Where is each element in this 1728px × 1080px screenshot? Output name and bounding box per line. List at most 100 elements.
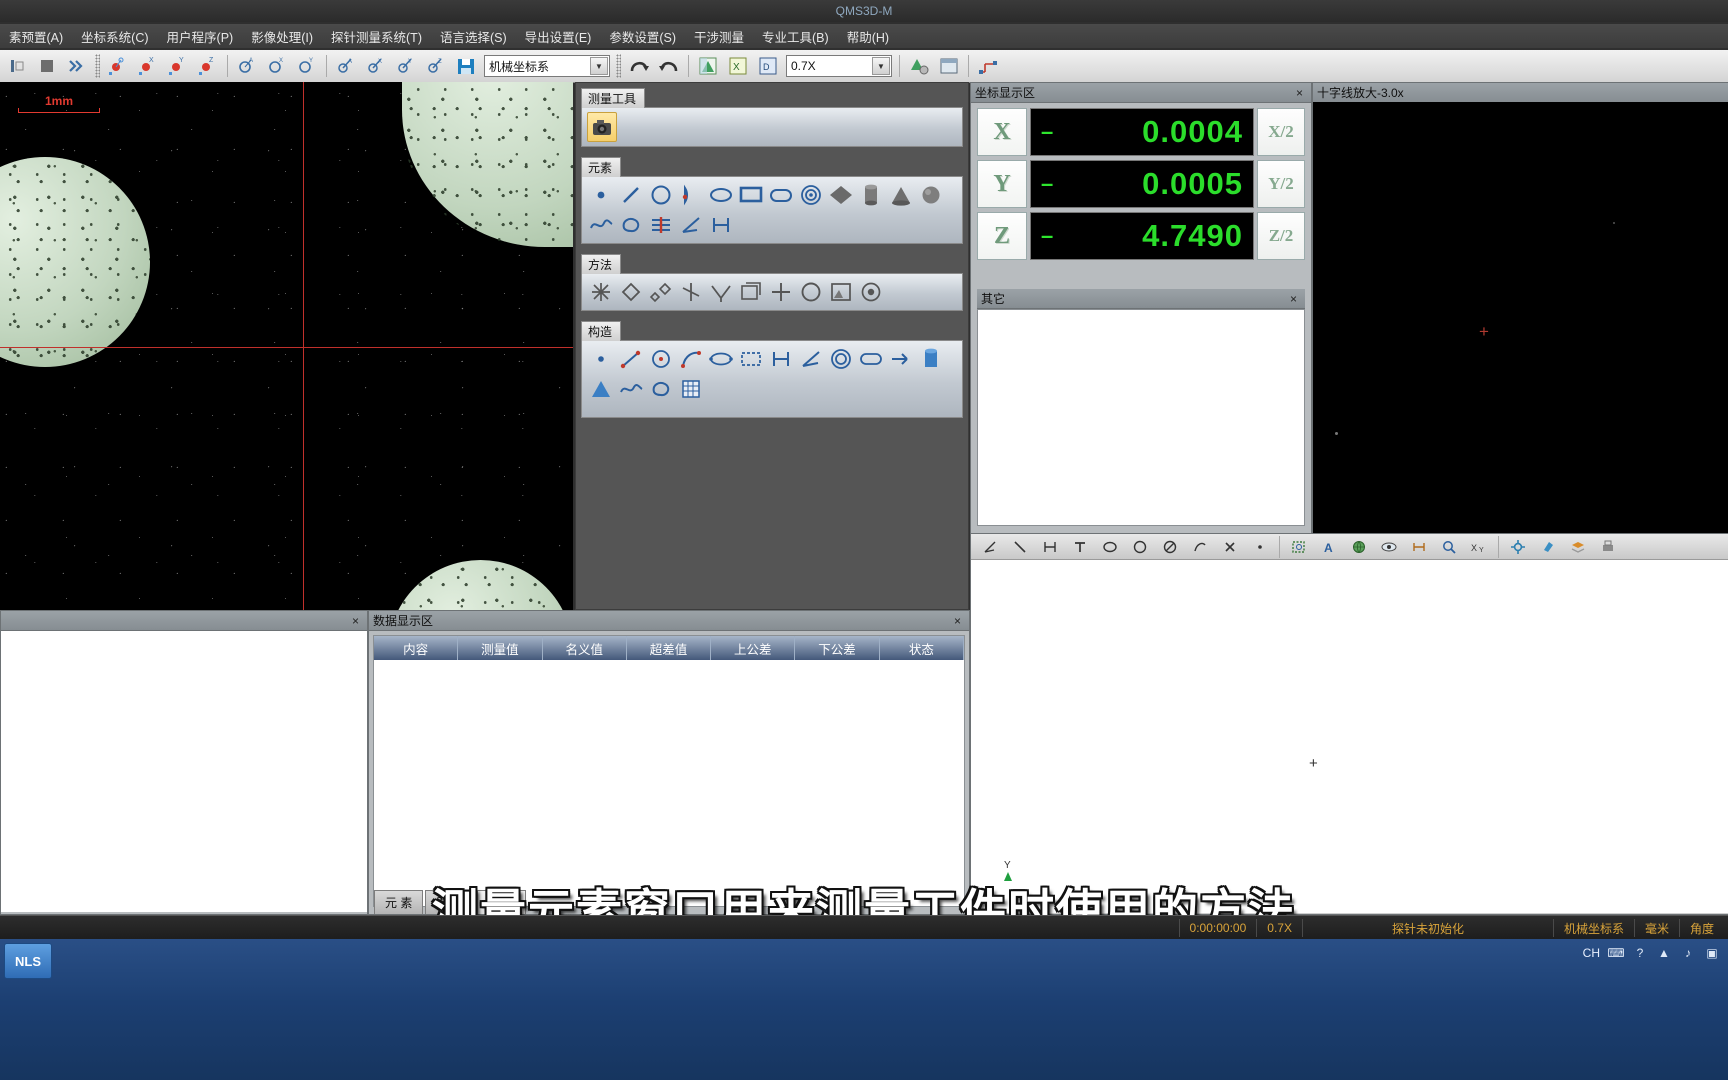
coordinate-system-select[interactable]: 机械坐标系 ▼ [484, 55, 610, 77]
excel-icon[interactable]: X [724, 52, 752, 80]
step-icon[interactable] [647, 211, 675, 239]
projector-icon[interactable] [905, 52, 933, 80]
column-deviation[interactable]: 超差值 [626, 636, 712, 660]
construct-annulus-icon[interactable] [827, 345, 855, 373]
chart-icon[interactable] [974, 52, 1002, 80]
origin-y-icon[interactable]: Y [164, 52, 192, 80]
axis-y-icon[interactable]: Y [392, 52, 420, 80]
text-icon[interactable] [1066, 533, 1094, 561]
construct-freeform-icon[interactable] [647, 375, 675, 403]
line-icon[interactable] [1006, 533, 1034, 561]
multipoint-icon[interactable] [587, 278, 615, 306]
construct-table-icon[interactable] [677, 375, 705, 403]
slot-icon[interactable] [767, 181, 795, 209]
rectangle-icon[interactable] [737, 181, 765, 209]
sweep-icon[interactable] [707, 278, 735, 306]
column-content[interactable]: 内容 [374, 636, 459, 660]
axis-z-button[interactable]: Z [977, 212, 1027, 260]
rotate-y-icon[interactable]: Y [293, 52, 321, 80]
circle-icon[interactable] [1126, 533, 1154, 561]
construct-point-icon[interactable] [587, 345, 615, 373]
hdistance-icon[interactable] [1036, 533, 1064, 561]
plane-icon[interactable] [827, 181, 855, 209]
annulus-icon[interactable] [797, 181, 825, 209]
column-upper-tolerance[interactable]: 上公差 [711, 636, 796, 660]
close-icon[interactable]: × [1292, 86, 1307, 100]
menu-export-settings[interactable]: 导出设置(E) [516, 24, 601, 49]
zoom-window-icon[interactable] [1285, 533, 1313, 561]
construct-cylinder-icon[interactable] [917, 345, 945, 373]
view-icon[interactable] [1375, 533, 1403, 561]
construct-cone-icon[interactable] [587, 375, 615, 403]
column-nominal-value[interactable]: 名义值 [542, 636, 627, 660]
chevron-down-icon-2[interactable]: ▼ [872, 57, 890, 75]
doctab-element[interactable]: 元 素 [374, 890, 424, 914]
construct-ellipse-icon[interactable] [707, 345, 735, 373]
save-icon[interactable] [452, 52, 480, 80]
column-lower-tolerance[interactable]: 下公差 [795, 636, 880, 660]
start-button[interactable]: NLS [4, 943, 52, 979]
curve-icon[interactable] [587, 211, 615, 239]
angle-icon[interactable] [677, 211, 705, 239]
other-panel-body[interactable] [977, 309, 1305, 526]
keyboard-icon[interactable]: ⌨ [1607, 945, 1624, 961]
doctab-image[interactable]: 图 像 [425, 890, 475, 914]
image-frame-icon[interactable] [827, 278, 855, 306]
menu-image-processing[interactable]: 影像处理(I) [242, 24, 322, 49]
shield-icon[interactable]: ▣ [1704, 945, 1720, 961]
data-table[interactable]: 内容 测量值 名义值 超差值 上公差 下公差 状态 [373, 635, 965, 907]
cone-icon[interactable] [887, 181, 915, 209]
cylinder-icon[interactable] [857, 181, 885, 209]
cross-icon[interactable] [1216, 533, 1244, 561]
camera-live-view[interactable]: 1mm [0, 82, 573, 612]
axis-x-button[interactable]: X [977, 108, 1027, 156]
volume-icon[interactable]: ♪ [1680, 945, 1696, 961]
distance-icon[interactable] [707, 211, 735, 239]
stop-icon[interactable] [33, 52, 61, 80]
line-icon[interactable] [617, 181, 645, 209]
cad-canvas[interactable]: + Y [971, 560, 1728, 913]
column-measured-value[interactable]: 测量值 [458, 636, 543, 660]
freeform-icon[interactable] [617, 211, 645, 239]
settings-icon[interactable] [1504, 533, 1532, 561]
construct-arc-icon[interactable] [677, 345, 705, 373]
data-dock-close-icon[interactable]: × [950, 614, 965, 628]
camera-capture-icon[interactable] [587, 112, 617, 142]
lower-left-close-icon[interactable]: × [348, 614, 363, 628]
axis-y-button[interactable]: Y [977, 160, 1027, 208]
menu-element-preset[interactable]: 素预置(A) [0, 24, 72, 49]
axis-z-icon[interactable]: Z [422, 52, 450, 80]
paint-icon[interactable] [1534, 533, 1562, 561]
dxf-icon[interactable]: D [754, 52, 782, 80]
menu-coordinate-system[interactable]: 坐标系统(C) [72, 24, 157, 49]
chevron-down-icon[interactable]: ▼ [590, 57, 608, 75]
circle-scan-icon[interactable] [797, 278, 825, 306]
ime-indicator[interactable]: CH [1583, 946, 1600, 960]
column-status[interactable]: 状态 [879, 636, 964, 660]
construct-angle-icon[interactable] [797, 345, 825, 373]
chevrons-right-icon[interactable] [63, 52, 91, 80]
sphere-icon[interactable] [917, 181, 945, 209]
construct-slot-icon[interactable] [857, 345, 885, 373]
globe-icon[interactable] [1345, 533, 1373, 561]
diamond-icon[interactable] [617, 278, 645, 306]
axis-z-half-button[interactable]: Z/2 [1257, 212, 1305, 260]
construct-circle-icon[interactable] [647, 345, 675, 373]
crosshair-icon[interactable] [767, 278, 795, 306]
report-icon[interactable] [694, 52, 722, 80]
magnify-view[interactable]: + [1313, 102, 1728, 533]
menu-interference-measure[interactable]: 干涉测量 [685, 24, 753, 49]
toolbar-grip[interactable] [95, 54, 100, 78]
menu-language-select[interactable]: 语言选择(S) [431, 24, 516, 49]
two-diamond-icon[interactable] [647, 278, 675, 306]
construct-line-icon[interactable] [617, 345, 645, 373]
print-icon[interactable] [1594, 533, 1622, 561]
zoom-select[interactable]: 0.7X ▼ [786, 55, 892, 77]
help-icon[interactable]: ? [1632, 945, 1648, 961]
construct-curve-icon[interactable] [617, 375, 645, 403]
magnifier-icon[interactable] [1435, 533, 1463, 561]
doctab-tolerance[interactable]: 公 差 [476, 890, 527, 914]
origin-o-icon[interactable] [104, 52, 132, 80]
origin-z-icon[interactable]: Z [194, 52, 222, 80]
redo-icon[interactable] [655, 52, 683, 80]
